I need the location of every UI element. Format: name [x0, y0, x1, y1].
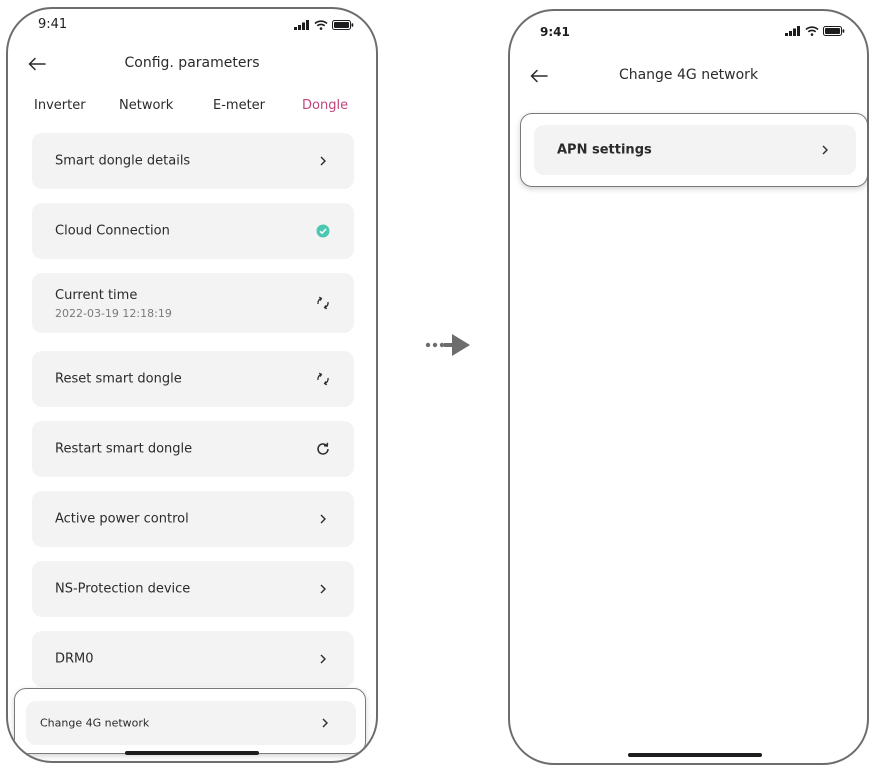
- status-bar: 9:41: [8, 9, 376, 49]
- header: Config. parameters: [8, 49, 376, 79]
- status-bar: 9:41: [510, 11, 867, 51]
- status-icons: [785, 26, 845, 36]
- refresh-icon: [314, 440, 332, 458]
- signal-icon: [294, 20, 309, 30]
- cloud-connection-item[interactable]: Cloud Connection: [32, 203, 354, 259]
- flow-arrow-icon: [425, 334, 470, 356]
- item-label: DRM0: [55, 651, 94, 667]
- status-time: 9:41: [540, 25, 570, 39]
- ns-protection-device-item[interactable]: NS-Protection device: [32, 561, 354, 617]
- change-4g-network-item[interactable]: Change 4G network: [26, 701, 356, 745]
- item-label: Cloud Connection: [55, 223, 170, 239]
- signal-icon: [785, 26, 800, 36]
- chevron-right-icon: [316, 714, 334, 732]
- restart-smart-dongle-item[interactable]: Restart smart dongle: [32, 421, 354, 477]
- tab-dongle[interactable]: Dongle: [302, 98, 348, 113]
- reset-smart-dongle-item[interactable]: Reset smart dongle: [32, 351, 354, 407]
- status-icons: [294, 20, 354, 30]
- item-label: NS-Protection device: [55, 581, 191, 597]
- item-label: Reset smart dongle: [55, 371, 182, 387]
- apn-settings-item[interactable]: APN settings: [534, 125, 856, 175]
- chevron-right-icon: [314, 510, 332, 528]
- tab-bar: Inverter Network E-meter Dongle: [8, 98, 376, 122]
- item-label: APN settings: [557, 142, 652, 158]
- battery-icon: [332, 20, 354, 30]
- item-label: Restart smart dongle: [55, 441, 193, 457]
- battery-icon: [823, 26, 845, 36]
- item-label: Current time: [55, 288, 138, 303]
- item-label: Smart dongle details: [55, 153, 191, 169]
- tab-e-meter[interactable]: E-meter: [213, 98, 265, 113]
- page-title: Config. parameters: [124, 55, 260, 71]
- drm0-item[interactable]: DRM0: [32, 631, 354, 687]
- sync-icon[interactable]: [314, 294, 332, 312]
- header: Change 4G network: [510, 61, 867, 91]
- chevron-right-icon: [816, 141, 834, 159]
- home-indicator: [628, 753, 762, 757]
- current-time-value: 2022-03-19 12:18:19: [55, 307, 172, 320]
- current-time-item[interactable]: Current time 2022-03-19 12:18:19: [32, 273, 354, 333]
- status-time: 9:41: [38, 17, 68, 32]
- smart-dongle-details-item[interactable]: Smart dongle details: [32, 133, 354, 189]
- page-title: Change 4G network: [618, 67, 759, 83]
- wifi-icon: [805, 26, 819, 36]
- chevron-right-icon: [314, 580, 332, 598]
- tab-inverter[interactable]: Inverter: [34, 98, 86, 113]
- chevron-right-icon: [314, 650, 332, 668]
- home-indicator: [125, 751, 259, 755]
- active-power-control-item[interactable]: Active power control: [32, 491, 354, 547]
- chevron-right-icon: [314, 152, 332, 170]
- change-4g-network-screen: 9:41 Change 4G network APN settings: [508, 9, 869, 765]
- sync-icon: [314, 370, 332, 388]
- item-label: Active power control: [55, 511, 189, 527]
- tab-network[interactable]: Network: [119, 98, 173, 113]
- wifi-icon: [314, 20, 328, 30]
- item-label: Change 4G network: [40, 716, 150, 730]
- config-parameters-screen: 9:41 Config. parameters Inverter Network…: [6, 7, 378, 763]
- check-circle-icon: [314, 222, 332, 240]
